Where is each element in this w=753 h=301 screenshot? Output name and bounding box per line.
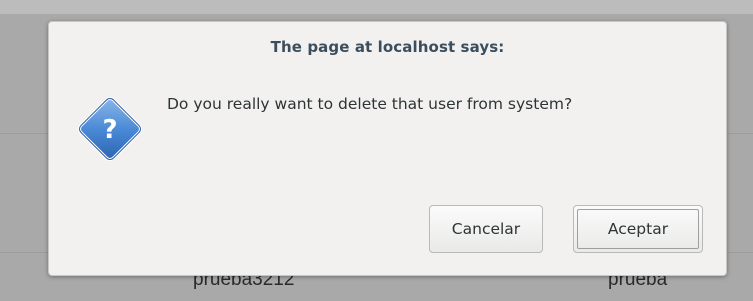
accept-button-focus-ring: Aceptar <box>577 209 699 249</box>
accept-button[interactable]: Aceptar <box>573 205 703 253</box>
accept-button-label: Aceptar <box>607 220 669 238</box>
svg-text:?: ? <box>102 115 117 145</box>
cancel-button[interactable]: Cancelar <box>429 205 543 253</box>
dialog-message: Do you really want to delete that user f… <box>167 95 573 113</box>
dialog-title: The page at localhost says: <box>270 38 505 56</box>
cancel-button-label: Cancelar <box>451 220 521 238</box>
background-page-header <box>0 0 753 14</box>
question-icon: ? <box>78 97 142 161</box>
confirm-dialog: The page at localhost says: ? Do you rea… <box>48 21 727 276</box>
